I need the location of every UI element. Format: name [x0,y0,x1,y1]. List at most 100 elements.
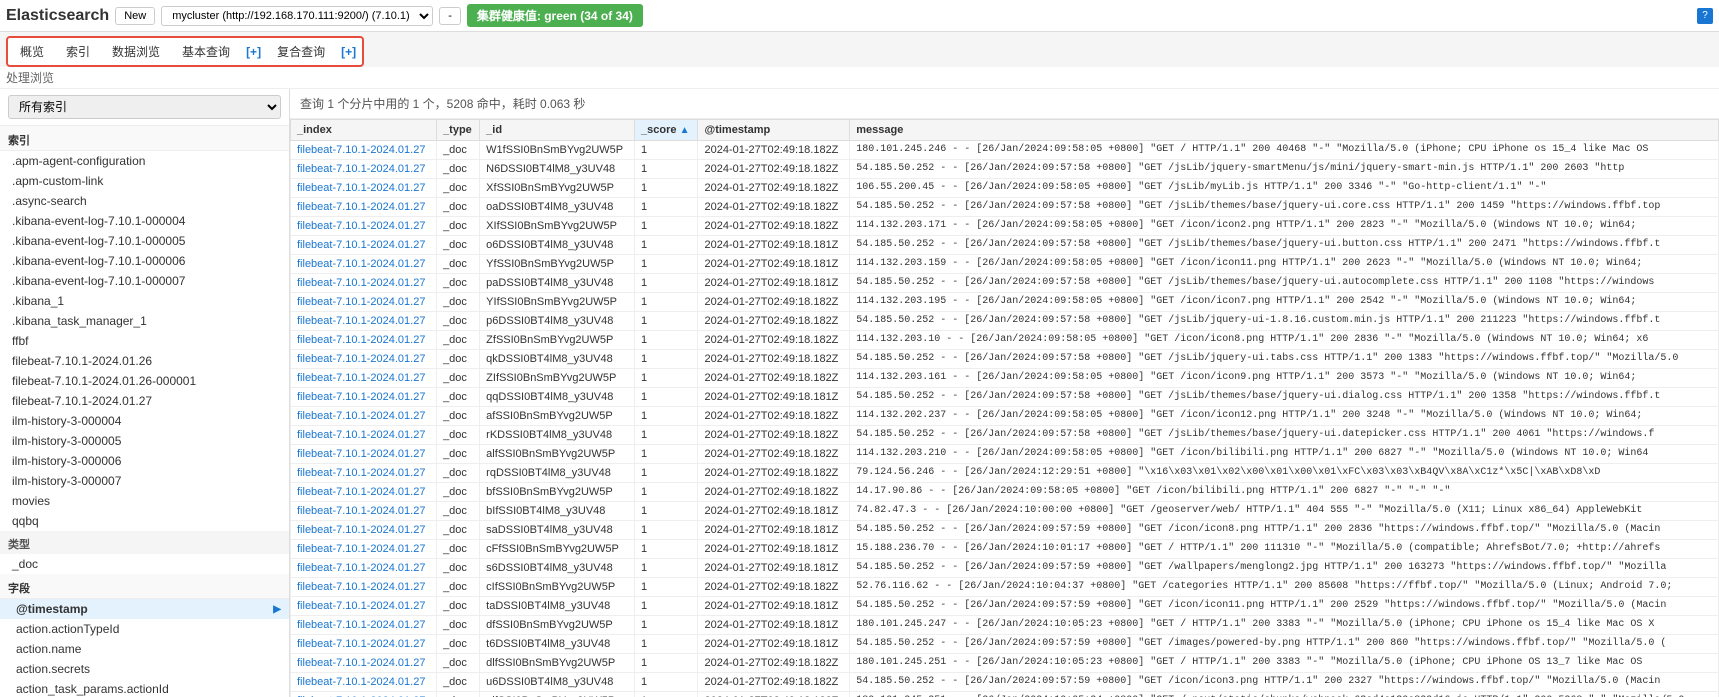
cell-message: 114.132.203.171 - - [26/Jan/2024:09:58:0… [850,217,1719,236]
table-row[interactable]: filebeat-7.10.1-2024.01.27_docalfSSI0BnS… [291,445,1719,464]
tab-composite-query[interactable]: 复合查询 [267,40,335,63]
table-row[interactable]: filebeat-7.10.1-2024.01.27_docdfSSI0BnSm… [291,616,1719,635]
cell-_id: t6DSSI0BT4lM8_y3UV48 [480,635,635,654]
table-row[interactable]: filebeat-7.10.1-2024.01.27_docsaDSSI0BT4… [291,521,1719,540]
table-row[interactable]: filebeat-7.10.1-2024.01.27_docXfSSI0BnSm… [291,179,1719,198]
cell-message: 54.185.50.252 - - [26/Jan/2024:09:57:58 … [850,274,1719,293]
help-icon[interactable]: ? [1697,8,1713,24]
sidebar-index-item[interactable]: .kibana_task_manager_1 [0,311,289,331]
nav-tabs: 概览 索引 数据浏览 基本查询 [+] 复合查询 [+] [6,36,364,67]
sidebar-index-item[interactable]: .kibana_1 [0,291,289,311]
table-row[interactable]: filebeat-7.10.1-2024.01.27_docYIfSSI0BnS… [291,293,1719,312]
column-header-@timestamp[interactable]: @timestamp [698,120,850,141]
cell-at-timestamp: 2024-01-27T02:49:18.181Z [698,388,850,407]
table-row[interactable]: filebeat-7.10.1-2024.01.27_docs6DSSI0BT4… [291,559,1719,578]
sidebar-index-item[interactable]: ilm-history-3-000005 [0,431,289,451]
cell-at-timestamp: 2024-01-27T02:49:18.181Z [698,597,850,616]
table-row[interactable]: filebeat-7.10.1-2024.01.27_docp6DSSI0BT4… [291,312,1719,331]
cell-_id: s6DSSI0BT4lM8_y3UV48 [480,559,635,578]
cell-_index: filebeat-7.10.1-2024.01.27 [291,255,437,274]
sidebar-field-item[interactable]: @timestamp▶ [0,599,289,619]
sidebar-index-item[interactable]: ffbf [0,331,289,351]
sidebar-index-item[interactable]: .kibana-event-log-7.10.1-000007 [0,271,289,291]
composite-query-add[interactable]: [+] [337,43,360,61]
table-row[interactable]: filebeat-7.10.1-2024.01.27_docrKDSSI0BT4… [291,426,1719,445]
sidebar-index-item[interactable]: .kibana-event-log-7.10.1-000006 [0,251,289,271]
table-row[interactable]: filebeat-7.10.1-2024.01.27_docqqDSSI0BT4… [291,388,1719,407]
sidebar-index-item[interactable]: .apm-agent-configuration [0,151,289,171]
sidebar-index-item[interactable]: filebeat-7.10.1-2024.01.27 [0,391,289,411]
cluster-health-badge: 集群健康值: green (34 of 34) [467,4,643,27]
table-row[interactable]: filebeat-7.10.1-2024.01.27_doct6DSSI0BT4… [291,635,1719,654]
cell-_type: _doc [437,179,480,198]
cluster-selector[interactable]: mycluster (http://192.168.170.111:9200/)… [161,6,433,26]
cell-at-timestamp: 2024-01-27T02:49:18.181Z [698,635,850,654]
dash-button[interactable]: - [439,7,461,25]
basic-query-add[interactable]: [+] [242,43,265,61]
cell-_score: 1 [635,312,698,331]
cell-_id: YfSSI0BnSmBYvg2UW5P [480,255,635,274]
table-row[interactable]: filebeat-7.10.1-2024.01.27_docW1fSSI0BnS… [291,141,1719,160]
table-row[interactable]: filebeat-7.10.1-2024.01.27_docu6DSSI0BT4… [291,673,1719,692]
sidebar-index-item[interactable]: .apm-custom-link [0,171,289,191]
table-row[interactable]: filebeat-7.10.1-2024.01.27_docrqDSSI0BT4… [291,464,1719,483]
cell-at-timestamp: 2024-01-27T02:49:18.182Z [698,179,850,198]
tab-index[interactable]: 索引 [56,40,100,63]
table-row[interactable]: filebeat-7.10.1-2024.01.27_doccFfSSI0BnS… [291,540,1719,559]
table-row[interactable]: filebeat-7.10.1-2024.01.27_docYfSSI0BnSm… [291,255,1719,274]
cell-_index: filebeat-7.10.1-2024.01.27 [291,540,437,559]
table-row[interactable]: filebeat-7.10.1-2024.01.27_docqkDSSI0BT4… [291,350,1719,369]
sidebar-index-item[interactable]: .kibana-event-log-7.10.1-000004 [0,211,289,231]
table-row[interactable]: filebeat-7.10.1-2024.01.27_docpaDSSI0BT4… [291,274,1719,293]
sidebar-field-item[interactable]: action.name [0,639,289,659]
sidebar-type-item[interactable]: _doc [0,554,289,574]
sidebar-index-item[interactable]: .async-search [0,191,289,211]
table-row[interactable]: filebeat-7.10.1-2024.01.27_doccIfSSI0BnS… [291,578,1719,597]
cell-_id: XIfSSI0BnSmBYvg2UW5P [480,217,635,236]
cell-_score: 1 [635,673,698,692]
column-header-_score[interactable]: _score ▲ [635,120,698,141]
cell-_index: filebeat-7.10.1-2024.01.27 [291,198,437,217]
table-row[interactable]: filebeat-7.10.1-2024.01.27_docoaDSSI0BT4… [291,198,1719,217]
cell-_type: _doc [437,654,480,673]
cell-message: 54.185.50.252 - - [26/Jan/2024:09:57:58 … [850,426,1719,445]
sidebar-field-item[interactable]: action.actionTypeId [0,619,289,639]
table-row[interactable]: filebeat-7.10.1-2024.01.27_doctaDSSI0BT4… [291,597,1719,616]
table-row[interactable]: filebeat-7.10.1-2024.01.27_docbIfSSI0BT4… [291,502,1719,521]
index-selector[interactable]: 所有索引 [8,95,281,119]
sidebar-index-item[interactable]: filebeat-7.10.1-2024.01.26-000001 [0,371,289,391]
cell-_id: qkDSSI0BT4lM8_y3UV48 [480,350,635,369]
app-logo: Elasticsearch [6,7,109,25]
sidebar-index-item[interactable]: ilm-history-3-000007 [0,471,289,491]
cell-_score: 1 [635,331,698,350]
table-row[interactable]: filebeat-7.10.1-2024.01.27_docZIfSSI0BnS… [291,369,1719,388]
table-row[interactable]: filebeat-7.10.1-2024.01.27_doco6DSSI0BT4… [291,236,1719,255]
sidebar-index-item[interactable]: movies [0,491,289,511]
cell-_score: 1 [635,692,698,697]
sidebar-index-item[interactable]: .kibana-event-log-7.10.1-000005 [0,231,289,251]
column-header-_type[interactable]: _type [437,120,480,141]
sidebar-index-item[interactable]: ilm-history-3-000004 [0,411,289,431]
table-row[interactable]: filebeat-7.10.1-2024.01.27_docdlfSSI0BnS… [291,654,1719,673]
sidebar-index-item[interactable]: filebeat-7.10.1-2024.01.26 [0,351,289,371]
table-row[interactable]: filebeat-7.10.1-2024.01.27_docbfSSI0BnSm… [291,483,1719,502]
sidebar-field-item[interactable]: action.secrets [0,659,289,679]
cell-at-timestamp: 2024-01-27T02:49:18.181Z [698,255,850,274]
sidebar-index-item[interactable]: ilm-history-3-000006 [0,451,289,471]
table-row[interactable]: filebeat-7.10.1-2024.01.27_docZfSSI0BnSm… [291,331,1719,350]
field-arrow-icon: ▶ [273,604,281,615]
tab-overview[interactable]: 概览 [10,40,54,63]
tab-basic-query[interactable]: 基本查询 [172,40,240,63]
tab-data-browse[interactable]: 数据浏览 [102,40,170,63]
column-header-_index[interactable]: _index [291,120,437,141]
column-header-message[interactable]: message [850,120,1719,141]
table-row[interactable]: filebeat-7.10.1-2024.01.27_docN6DSSI0BT4… [291,160,1719,179]
column-header-_id[interactable]: _id [480,120,635,141]
table-row[interactable]: filebeat-7.10.1-2024.01.27_docelfSSI0BnS… [291,692,1719,697]
table-row[interactable]: filebeat-7.10.1-2024.01.27_docafSSI0BnSm… [291,407,1719,426]
cell-message: 54.185.50.252 - - [26/Jan/2024:09:57:58 … [850,388,1719,407]
new-button[interactable]: New [115,7,155,25]
table-row[interactable]: filebeat-7.10.1-2024.01.27_docXIfSSI0BnS… [291,217,1719,236]
sidebar-index-item[interactable]: qqbq [0,511,289,531]
sidebar-field-item[interactable]: action_task_params.actionId [0,679,289,697]
